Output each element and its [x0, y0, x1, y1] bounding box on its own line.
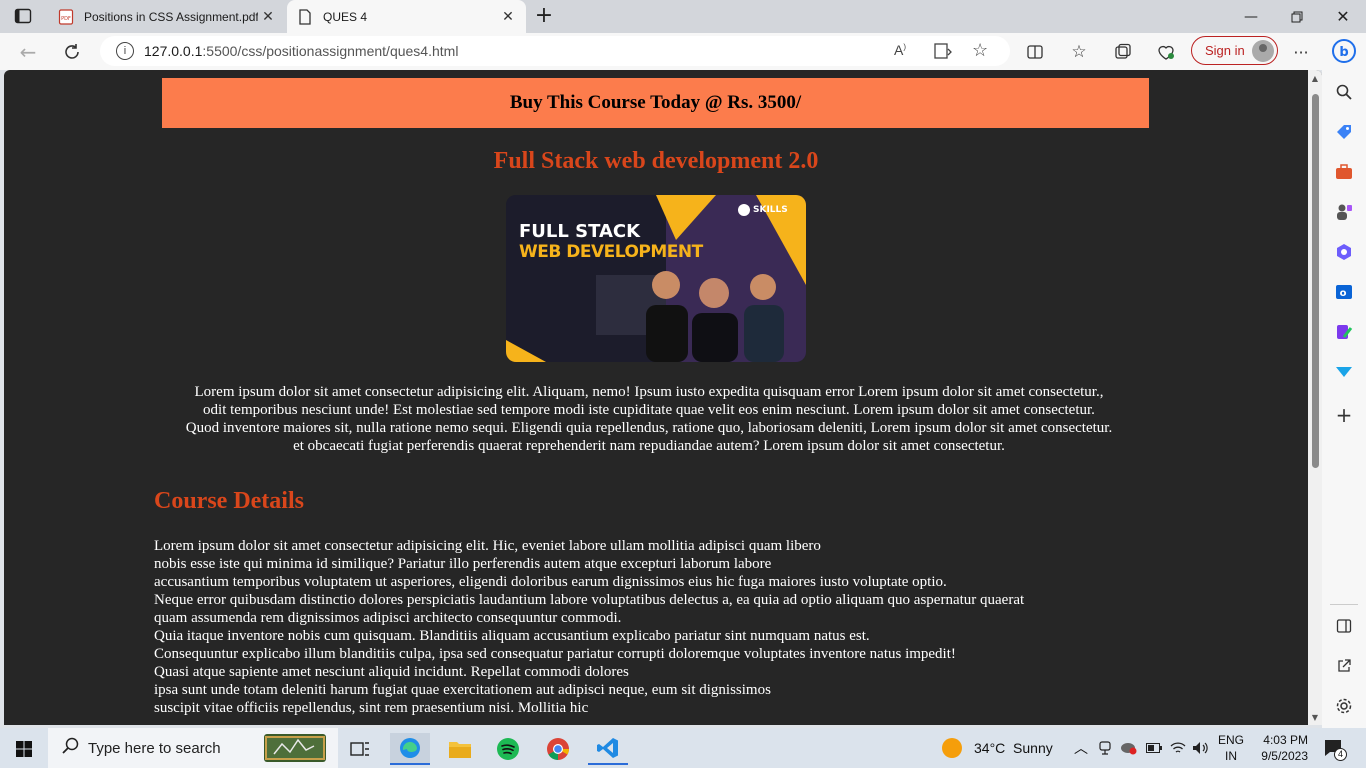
- clock-time: 4:03 PM: [1263, 733, 1308, 747]
- file-explorer-icon[interactable]: [440, 733, 480, 765]
- weather-widget[interactable]: 34°C Sunny: [942, 728, 1053, 768]
- scroll-up-icon[interactable]: ▲: [1310, 74, 1320, 84]
- svg-text:b: b: [1339, 45, 1348, 60]
- collections-icon[interactable]: [1110, 39, 1136, 65]
- hide-sidebar-icon[interactable]: [1332, 614, 1356, 638]
- task-view-icon[interactable]: [340, 733, 380, 765]
- drop-send-icon[interactable]: [1332, 360, 1356, 384]
- settings-gear-icon[interactable]: [1332, 694, 1356, 718]
- info-icon[interactable]: i: [116, 42, 134, 60]
- split-screen-icon[interactable]: [1022, 39, 1048, 65]
- address-bar[interactable]: i 127.0.0.1:5500/css/positionassignment/…: [100, 36, 1010, 66]
- sign-in-label: Sign in: [1205, 43, 1245, 58]
- brand-text: SKILLS: [753, 205, 788, 215]
- wifi-icon[interactable]: [1170, 728, 1186, 768]
- page-viewport: Buy This Course Today @ Rs. 3500/ Full S…: [4, 70, 1322, 725]
- games-icon[interactable]: [1332, 200, 1356, 224]
- new-tab-button[interactable]: +: [534, 5, 554, 27]
- close-window-button[interactable]: ✕: [1320, 0, 1366, 33]
- edge-taskbar-icon[interactable]: [390, 733, 430, 765]
- edge-sidebar: o +: [1322, 70, 1366, 728]
- outlook-icon[interactable]: o: [1332, 280, 1356, 304]
- url-path: :5500/css/positionassignment/ques4.html: [202, 43, 459, 59]
- hero-line2: WEB DEVELOPMENT: [519, 242, 703, 262]
- more-menu-icon[interactable]: ···: [1288, 39, 1314, 65]
- search-placeholder: Type here to search: [88, 739, 221, 757]
- buy-banner: Buy This Course Today @ Rs. 3500/: [162, 78, 1149, 128]
- course-details-heading: Course Details: [154, 488, 304, 514]
- tab-strip: PDF Positions in CSS Assignment.pdf ✕ QU…: [0, 0, 1366, 33]
- tab-actions-icon[interactable]: [14, 8, 32, 24]
- lang-primary: ENG: [1218, 733, 1245, 747]
- add-sidebar-app-icon[interactable]: +: [1332, 403, 1356, 427]
- pdf-icon: PDF: [58, 8, 74, 25]
- avatar: [1252, 40, 1274, 62]
- meet-now-icon[interactable]: [1098, 728, 1112, 768]
- url-host: 127.0.0.1: [144, 43, 203, 59]
- brand-badge-icon: [738, 204, 750, 216]
- favorite-star-icon[interactable]: ☆: [972, 40, 988, 61]
- tab-label: Positions in CSS Assignment.pdf: [84, 9, 258, 24]
- vscode-icon[interactable]: [588, 733, 628, 765]
- external-open-icon[interactable]: [1332, 654, 1356, 678]
- windows-start-icon[interactable]: [4, 733, 44, 765]
- close-icon[interactable]: ✕: [498, 7, 518, 27]
- read-aloud-icon[interactable]: A): [894, 42, 906, 58]
- show-hidden-icons[interactable]: ︿: [1074, 728, 1088, 768]
- browser-toolbar: ← i 127.0.0.1:5500/css/positionassignmen…: [0, 33, 1366, 70]
- course-details-text: Lorem ipsum dolor sit amet consectetur a…: [154, 538, 1025, 716]
- tab-pdf[interactable]: PDF Positions in CSS Assignment.pdf ✕: [48, 0, 286, 33]
- taskbar-search-box[interactable]: Type here to search: [48, 728, 338, 768]
- page-title: Full Stack web development 2.0: [493, 148, 819, 174]
- notification-count: 4: [1334, 748, 1347, 761]
- chrome-icon[interactable]: [538, 733, 578, 765]
- copilot-icon[interactable]: b: [1330, 37, 1358, 65]
- network-status-icon[interactable]: [1120, 728, 1138, 768]
- search-icon: [62, 737, 80, 759]
- course-hero-image: FULL STACK WEB DEVELOPMENT SKILLS: [506, 195, 806, 362]
- hero-line1: FULL STACK: [519, 221, 641, 242]
- svg-text:o: o: [1340, 288, 1347, 299]
- back-icon[interactable]: ←: [15, 39, 41, 65]
- scroll-down-icon[interactable]: ▼: [1310, 713, 1320, 723]
- close-icon[interactable]: ✕: [258, 7, 278, 27]
- volume-icon[interactable]: [1192, 728, 1210, 768]
- spotify-icon[interactable]: [488, 733, 528, 765]
- refresh-icon[interactable]: [59, 39, 85, 65]
- tools-briefcase-icon[interactable]: [1332, 160, 1356, 184]
- scrollbar-thumb[interactable]: [1312, 94, 1319, 468]
- weather-text: 34°C Sunny: [974, 740, 1053, 756]
- battery-icon[interactable]: [1146, 728, 1162, 768]
- search-icon[interactable]: [1332, 80, 1356, 104]
- tab-ques4[interactable]: QUES 4 ✕: [287, 0, 526, 33]
- minimize-button[interactable]: —: [1228, 0, 1274, 33]
- immersive-reader-icon[interactable]: [934, 43, 952, 62]
- microsoft365-icon[interactable]: [1332, 240, 1356, 264]
- designer-icon[interactable]: [1332, 320, 1356, 344]
- tab-label: QUES 4: [323, 9, 368, 24]
- clock[interactable]: 4:03 PM 9/5/2023: [1258, 728, 1308, 768]
- page-scrollbar[interactable]: ▲ ▼: [1308, 70, 1322, 725]
- intro-paragraph: Lorem ipsum dolor sit amet consectetur a…: [185, 384, 1113, 454]
- page-icon: [297, 8, 313, 25]
- language-indicator[interactable]: ENG IN: [1218, 728, 1244, 768]
- svg-text:PDF: PDF: [61, 16, 71, 22]
- clock-date: 9/5/2023: [1261, 749, 1308, 763]
- notification-center-icon[interactable]: 4: [1324, 728, 1347, 768]
- sun-icon: [942, 738, 962, 758]
- sign-in-button[interactable]: Sign in: [1191, 36, 1278, 65]
- brand-logo: SKILLS: [738, 204, 788, 216]
- browser-essentials-icon[interactable]: [1153, 39, 1179, 65]
- sidebar-divider: [1330, 604, 1358, 605]
- search-highlight-icon: [264, 734, 326, 762]
- favorites-icon[interactable]: ☆: [1066, 39, 1092, 65]
- windows-taskbar: Type here to search 34°C Sunny ︿ ENG IN …: [0, 728, 1366, 768]
- shopping-tag-icon[interactable]: [1332, 120, 1356, 144]
- restore-button[interactable]: [1274, 0, 1320, 33]
- lang-secondary: IN: [1225, 749, 1237, 763]
